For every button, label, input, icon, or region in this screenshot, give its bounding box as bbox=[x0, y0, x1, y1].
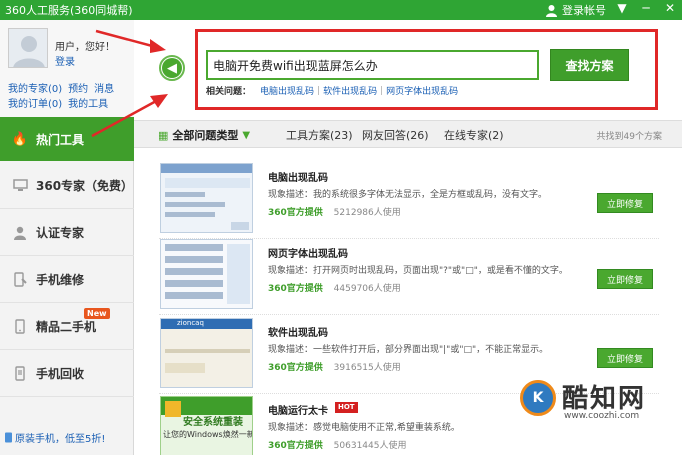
user-icon bbox=[546, 4, 557, 17]
filter-tabs: ▦ 全部问题类型 ▼ 工具方案(23) 网友回答(26) 在线专家(2) 共找到… bbox=[134, 120, 682, 148]
new-badge: New bbox=[84, 308, 110, 319]
watermark-logo: K bbox=[520, 380, 556, 416]
avatar[interactable] bbox=[8, 28, 48, 68]
nav-label: 热门工具 bbox=[36, 132, 85, 147]
result-meta: 360官方提供 5212986人使用 bbox=[268, 205, 401, 218]
close-icon[interactable]: ✕ bbox=[662, 1, 678, 15]
grid-icon: ▦ bbox=[158, 128, 169, 142]
result-users: 4459706人使用 bbox=[333, 284, 401, 294]
fix-now-button[interactable]: 立即修复 bbox=[597, 348, 653, 368]
total-results: 共找到49个方案 bbox=[596, 132, 662, 142]
tab-label: 全部问题类型 bbox=[172, 129, 239, 142]
nav-label: 360专家（免费） bbox=[36, 179, 134, 193]
related-link[interactable]: 软件出现乱码 bbox=[323, 84, 377, 97]
result-thumbnail bbox=[160, 163, 253, 233]
result-title[interactable]: 网页字体出现乱码 bbox=[268, 245, 348, 260]
title-bar: 360人工服务(360同城帮) 登录帐号 ▼ ─ ✕ bbox=[0, 0, 682, 20]
watermark: K 酷知网 www.coozhi.com bbox=[520, 378, 678, 438]
separator: | bbox=[317, 85, 321, 96]
result-users: 50631445人使用 bbox=[333, 441, 407, 451]
result-thumbnail: 安全系统重装 让您的Windows焕然一新 bbox=[160, 396, 253, 455]
nav-label: 手机回收 bbox=[36, 367, 85, 381]
thumb-caption: 安全系统重装 bbox=[183, 417, 243, 428]
phone-icon bbox=[12, 319, 28, 335]
search-input[interactable] bbox=[206, 50, 539, 80]
tab-tool-solutions[interactable]: 工具方案(23) bbox=[286, 127, 353, 143]
result-meta: 360官方提供 3916515人使用 bbox=[268, 360, 401, 373]
result-description: 现象描述：打开网页时出现乱码，页面出现"?"或"□"，或是看不懂的文字。 bbox=[268, 266, 568, 276]
result-users: 3916515人使用 bbox=[333, 363, 401, 373]
login-account-button[interactable]: 登录帐号 bbox=[545, 2, 606, 18]
menu-dropdown-icon[interactable]: ▼ bbox=[614, 1, 630, 15]
result-source: 360官方提供 bbox=[268, 441, 323, 451]
result-title[interactable]: 电脑运行太卡 bbox=[268, 402, 328, 417]
phone-recycle-icon bbox=[12, 366, 28, 382]
fix-now-button[interactable]: 立即修复 bbox=[597, 193, 653, 213]
person-icon bbox=[12, 225, 28, 241]
result-source: 360官方提供 bbox=[268, 208, 323, 218]
watermark-name: 酷知网 bbox=[562, 384, 647, 414]
nav-360-expert[interactable]: 360专家（免费） bbox=[0, 163, 134, 209]
sidebar: 用户，您好！ 登录 我的专家(0) 预约 消息 我的订单(0) 我的工具 🔥 热… bbox=[0, 20, 134, 455]
result-description: 现象描述：我的系统很多字体无法显示，全是方框或乱码，没有文字。 bbox=[268, 190, 548, 200]
thumb-subcaption: 让您的Windows焕然一新 bbox=[163, 430, 253, 439]
phone-promo-icon bbox=[5, 432, 12, 443]
my-experts-link[interactable]: 我的专家(0) bbox=[8, 80, 62, 95]
tab-online-experts[interactable]: 在线专家(2) bbox=[444, 127, 504, 143]
related-link[interactable]: 电脑出现乱码 bbox=[260, 84, 314, 97]
result-meta: 360官方提供 4459706人使用 bbox=[268, 281, 401, 294]
nav-used-phones[interactable]: 精品二手机 New bbox=[0, 304, 134, 350]
nav-phone-repair[interactable]: 手机维修 bbox=[0, 257, 134, 303]
chevron-down-icon: ▼ bbox=[242, 129, 251, 141]
back-arrow-icon: ◀ bbox=[167, 60, 177, 76]
list-item: 电脑出现乱码 现象描述：我的系统很多字体无法显示，全是方框或乱码，没有文字。 3… bbox=[159, 163, 659, 239]
tab-all-types[interactable]: ▦ 全部问题类型 ▼ bbox=[158, 127, 250, 143]
result-description: 现象描述：一些软件打开后，部分界面出现"|"或"□"，不能正常显示。 bbox=[268, 345, 549, 355]
monitor-icon bbox=[12, 178, 28, 194]
result-thumbnail bbox=[160, 239, 253, 309]
nav-label: 精品二手机 bbox=[36, 320, 97, 334]
result-users: 5212986人使用 bbox=[333, 208, 401, 218]
minimize-icon[interactable]: ─ bbox=[638, 1, 654, 15]
back-button[interactable]: ◀ bbox=[159, 55, 185, 81]
annotation-arrow-top bbox=[95, 29, 166, 53]
result-source: 360官方提供 bbox=[268, 284, 323, 294]
phone-repair-icon bbox=[12, 272, 28, 288]
watermark-url: www.coozhi.com bbox=[564, 411, 640, 421]
separator: | bbox=[380, 85, 384, 96]
my-orders-link[interactable]: 我的订单(0) bbox=[8, 95, 62, 110]
login-account-label: 登录帐号 bbox=[562, 4, 606, 17]
hot-badge: HOT bbox=[335, 402, 358, 413]
window-title: 360人工服务(360同城帮) bbox=[5, 4, 133, 17]
promo-text: 原装手机，低至5折! bbox=[15, 434, 106, 445]
result-thumbnail: zioncaq bbox=[160, 318, 253, 388]
nav-label: 认证专家 bbox=[36, 226, 85, 240]
result-source: 360官方提供 bbox=[268, 363, 323, 373]
nav-certified-expert[interactable]: 认证专家 bbox=[0, 210, 134, 256]
fix-now-button[interactable]: 立即修复 bbox=[597, 269, 653, 289]
flame-icon: 🔥 bbox=[11, 131, 29, 147]
appointments-link[interactable]: 预约 bbox=[68, 80, 88, 95]
related-questions: 相关问题： 电脑出现乱码 | 软件出现乱码 | 网页字体出现乱码 bbox=[206, 84, 458, 98]
thumb-title: zioncaq bbox=[177, 319, 204, 327]
result-description: 现象描述：感觉电脑使用不正常,希望重装系统。 bbox=[268, 423, 460, 433]
related-label: 相关问题： bbox=[206, 87, 252, 97]
related-link[interactable]: 网页字体出现乱码 bbox=[386, 84, 458, 97]
result-title[interactable]: 电脑出现乱码 bbox=[268, 169, 328, 184]
nav-phone-recycle[interactable]: 手机回收 bbox=[0, 351, 134, 397]
promo-link[interactable]: 原装手机，低至5折! bbox=[4, 430, 105, 445]
result-title[interactable]: 软件出现乱码 bbox=[268, 324, 328, 339]
tab-user-answers[interactable]: 网友回答(26) bbox=[362, 127, 429, 143]
result-meta: 360官方提供 50631445人使用 bbox=[268, 438, 406, 451]
find-solution-button[interactable]: 查找方案 bbox=[550, 49, 629, 81]
list-item: 网页字体出现乱码 现象描述：打开网页时出现乱码，页面出现"?"或"□"，或是看不… bbox=[159, 239, 659, 315]
nav-label: 手机维修 bbox=[36, 273, 85, 287]
login-link[interactable]: 登录 bbox=[55, 53, 75, 68]
